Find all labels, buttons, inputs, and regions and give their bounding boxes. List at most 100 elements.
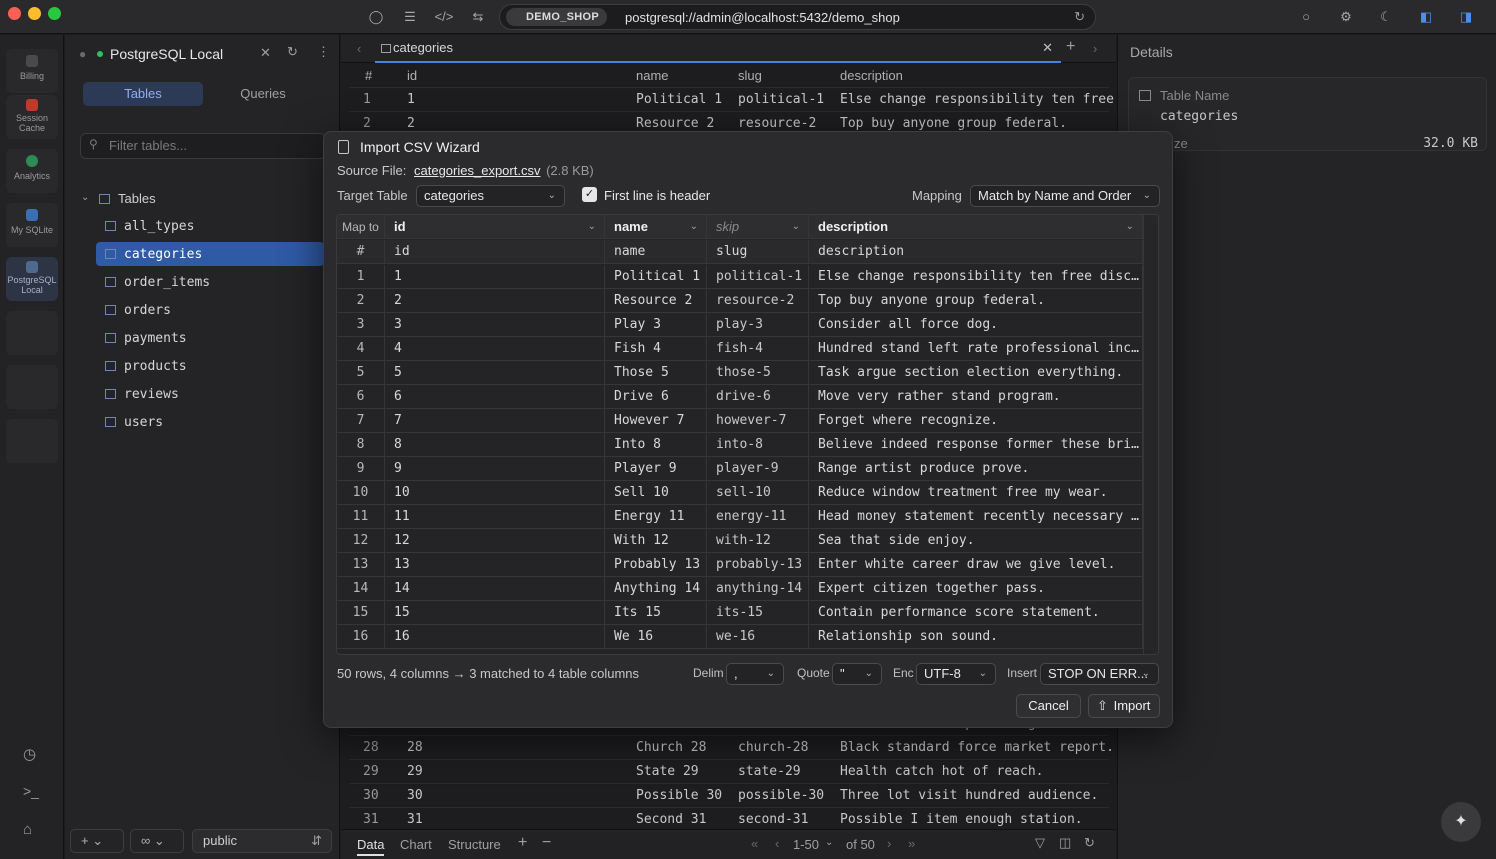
history-icon[interactable]: ◷	[23, 745, 36, 763]
zoom-window-button[interactable]	[48, 7, 61, 20]
rail-item-postgresql-local[interactable]: PostgreSQL Local	[6, 257, 58, 301]
refresh-icon[interactable]: ↻	[1084, 835, 1095, 851]
page-range[interactable]: 1-50	[793, 837, 819, 852]
rail-item-empty[interactable]	[6, 365, 58, 409]
table-cell[interactable]: 30	[407, 784, 423, 808]
sidebar-table-item[interactable]: products	[96, 354, 324, 378]
map-to-select-skip[interactable]: skip ⌄	[707, 215, 809, 239]
code-icon[interactable]: </>	[434, 8, 454, 26]
column-header[interactable]: description	[840, 64, 903, 88]
right-panel-icon[interactable]: ◨	[1456, 8, 1476, 26]
first-line-header-label[interactable]: First line is header	[604, 188, 710, 203]
first-page-icon[interactable]: «	[751, 836, 758, 851]
gear-icon[interactable]: ⚙	[1336, 8, 1356, 26]
home-icon[interactable]: ⌂	[23, 821, 32, 838]
tab-categories[interactable]: categories ✕	[375, 35, 1061, 63]
sidebar-table-item[interactable]: categories	[96, 242, 324, 266]
target-table-select[interactable]: categories ⌄	[416, 185, 565, 207]
table-cell[interactable]: 1	[363, 88, 371, 112]
close-window-button[interactable]	[8, 7, 21, 20]
add-button[interactable]: + ⌄	[70, 829, 124, 853]
sidebar-table-item[interactable]: users	[96, 410, 324, 434]
filter-icon[interactable]: ▽	[1035, 835, 1045, 851]
chevron-right-icon[interactable]: ›	[1093, 41, 1097, 56]
encoding-select[interactable]: UTF-8 ⌄	[916, 663, 996, 685]
map-to-select-id[interactable]: id ⌄	[385, 215, 605, 239]
disconnect-icon[interactable]: ✕	[260, 45, 271, 61]
csv-preview-grid[interactable]: Map to id ⌄ name ⌄ skip ⌄ description ⌄ # id…	[336, 214, 1159, 655]
remove-row-icon[interactable]: −	[542, 834, 551, 852]
rail-item-session-cache[interactable]: Session Cache	[6, 95, 58, 139]
tab-tables[interactable]: Tables	[83, 82, 203, 106]
ai-assistant-button[interactable]: ✦	[1441, 802, 1481, 842]
close-tab-icon[interactable]: ✕	[1042, 35, 1053, 61]
column-header[interactable]: id	[407, 64, 417, 88]
table-cell[interactable]: Black standard force market report.	[840, 736, 1120, 760]
rail-item-billing[interactable]: Billing	[6, 49, 58, 93]
scrollbar[interactable]	[1143, 215, 1157, 654]
chevron-down-icon[interactable]: ⌄	[81, 192, 89, 203]
table-row[interactable]: 1 1 Political 1 political-1 Else change resp…	[349, 88, 1120, 112]
last-page-icon[interactable]: »	[908, 836, 915, 851]
table-cell[interactable]: Else change responsibility ten free dis	[840, 88, 1120, 112]
quote-select[interactable]: " ⌄	[832, 663, 882, 685]
new-tab-icon[interactable]: +	[1066, 38, 1075, 56]
source-file-link[interactable]: categories_export.csv	[414, 163, 540, 178]
table-cell[interactable]: possible-30	[738, 784, 824, 808]
tab-queries[interactable]: Queries	[203, 82, 323, 106]
table-cell[interactable]: 28	[363, 736, 379, 760]
table-cell[interactable]: political-1	[738, 88, 824, 112]
sidebar-table-item[interactable]: orders	[96, 298, 324, 322]
table-cell[interactable]: Possible 30	[636, 784, 722, 808]
import-button[interactable]: ⇧ Import	[1088, 694, 1160, 718]
table-row[interactable]: 29 29 State 29 state-29 Health catch hot of …	[349, 760, 1109, 784]
mapping-select[interactable]: Match by Name and Order ⌄	[970, 185, 1160, 207]
refresh-icon[interactable]: ↻	[1074, 9, 1085, 25]
column-header[interactable]: #	[365, 64, 372, 88]
lock-icon[interactable]: ◯	[366, 8, 386, 26]
more-icon[interactable]: ⋮	[317, 44, 330, 60]
columns-icon[interactable]: ◫	[1059, 835, 1071, 851]
table-cell[interactable]: church-28	[738, 736, 808, 760]
table-cell[interactable]: State 29	[636, 760, 699, 784]
tab-structure[interactable]: Structure	[448, 837, 501, 852]
table-cell[interactable]: state-29	[738, 760, 801, 784]
chat-icon[interactable]: ○	[1296, 8, 1316, 26]
filter-tables-input[interactable]: Filter tables...	[80, 133, 326, 159]
database-icon[interactable]: ☰	[400, 8, 420, 26]
insert-mode-select[interactable]: STOP ON ERR... ⌄	[1040, 663, 1159, 685]
moon-icon[interactable]: ☾	[1376, 8, 1396, 26]
rail-item-empty[interactable]	[6, 311, 58, 355]
refresh-icon[interactable]: ↻	[287, 44, 298, 60]
map-to-select-description[interactable]: description ⌄	[809, 215, 1143, 239]
table-cell[interactable]: Political 1	[636, 88, 722, 112]
tables-group-label[interactable]: Tables	[118, 191, 156, 206]
table-cell[interactable]: 28	[407, 736, 423, 760]
table-cell[interactable]: 29	[407, 760, 423, 784]
table-cell[interactable]: 1	[407, 88, 415, 112]
table-cell[interactable]: Health catch hot of reach.	[840, 760, 1120, 784]
table-cell[interactable]: 30	[363, 784, 379, 808]
first-line-header-checkbox[interactable]: ✓	[582, 187, 597, 202]
column-header[interactable]: slug	[738, 64, 762, 88]
chevron-left-icon[interactable]: ‹	[357, 41, 361, 56]
rail-item-analytics[interactable]: Analytics	[6, 149, 58, 193]
minimize-window-button[interactable]	[28, 7, 41, 20]
rail-item-empty[interactable]	[6, 419, 58, 463]
link-button[interactable]: ∞ ⌄	[130, 829, 184, 853]
delim-select[interactable]: , ⌄	[726, 663, 784, 685]
table-row[interactable]: 28 28 Church 28 church-28 Black standard for…	[349, 736, 1114, 760]
schema-select[interactable]: public ⇵	[192, 829, 332, 853]
table-cell[interactable]: 29	[363, 760, 379, 784]
connection-bar[interactable]: DEMO_SHOP postgresql://admin@localhost:5…	[499, 4, 1096, 30]
tab-chart[interactable]: Chart	[400, 837, 432, 852]
prev-page-icon[interactable]: ‹	[775, 836, 779, 851]
add-row-icon[interactable]: +	[518, 834, 527, 852]
table-cell[interactable]: Church 28	[636, 736, 706, 760]
sidebar-table-item[interactable]: reviews	[96, 382, 324, 406]
terminal-icon[interactable]: >_	[23, 783, 39, 799]
rail-item-my-sqlite[interactable]: My SQLite	[6, 203, 58, 247]
table-cell[interactable]: Three lot visit hundred audience.	[840, 784, 1120, 808]
swap-icon[interactable]: ⇆	[468, 8, 488, 26]
next-page-icon[interactable]: ›	[887, 836, 891, 851]
